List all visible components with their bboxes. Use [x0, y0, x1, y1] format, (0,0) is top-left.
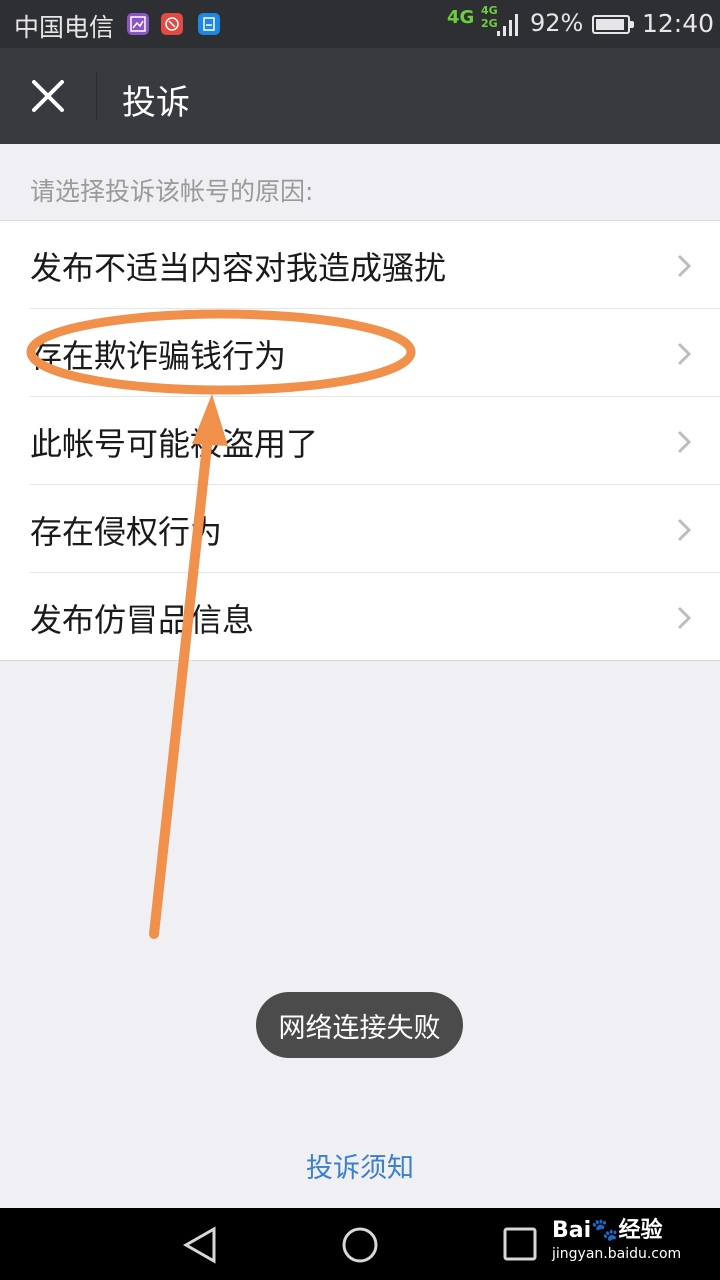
battery-percent: 92% [530, 9, 584, 37]
chevron-right-icon [677, 430, 692, 454]
reason-label: 存在欺诈骗钱行为 [30, 337, 287, 375]
reason-item-harassment[interactable]: 发布不适当内容对我造成骚扰 [0, 221, 720, 308]
storage-app-icon [198, 13, 220, 35]
gallery-app-icon [127, 13, 149, 35]
reason-label: 此帐号可能被盗用了 [30, 425, 319, 463]
complaint-notice-link[interactable]: 投诉须知 [0, 1146, 720, 1185]
chevron-right-icon [677, 518, 692, 542]
reason-label: 存在侵权行为 [30, 513, 223, 551]
reason-prompt: 请选择投诉该帐号的原因: [30, 177, 314, 206]
recent-apps-icon[interactable] [502, 1226, 538, 1262]
signal-strength-icon [497, 14, 518, 36]
back-icon[interactable] [182, 1226, 218, 1264]
reason-item-infringement[interactable]: 存在侵权行为 [0, 484, 720, 572]
battery-icon [592, 15, 634, 34]
page-title: 投诉 [122, 83, 190, 123]
reason-item-stolen-account[interactable]: 此帐号可能被盗用了 [0, 396, 720, 484]
status-bar: 中国电信 4G 4G 2G 92% 12:40 [0, 0, 720, 48]
title-divider [96, 72, 97, 120]
battery-tip [630, 21, 634, 28]
close-button[interactable] [28, 76, 68, 116]
watermark-logo: Bai🐾经验 [552, 1218, 663, 1243]
toast-message: 网络连接失败 [256, 992, 463, 1058]
reason-label: 发布不适当内容对我造成骚扰 [30, 249, 447, 287]
reason-list: 发布不适当内容对我造成骚扰 存在欺诈骗钱行为 此帐号可能被盗用了 存在侵权行为 … [0, 220, 720, 661]
network-type: 4G [447, 7, 475, 28]
chevron-right-icon [677, 254, 692, 278]
reason-item-counterfeit[interactable]: 发布仿冒品信息 [0, 572, 720, 660]
network-secondary: 4G 2G [481, 4, 498, 30]
clock: 12:40 [642, 9, 715, 38]
watermark-url: jingyan.baidu.com [552, 1246, 682, 1262]
title-bar: 投诉 [0, 48, 720, 144]
carrier-name: 中国电信 [14, 13, 115, 42]
chevron-right-icon [677, 606, 692, 630]
home-icon[interactable] [340, 1226, 380, 1266]
battery-fill [596, 19, 624, 30]
reason-label: 发布仿冒品信息 [30, 601, 255, 639]
reason-item-fraud[interactable]: 存在欺诈骗钱行为 [0, 308, 720, 396]
close-icon [32, 80, 64, 112]
chevron-right-icon [677, 342, 692, 366]
tool-app-icon [161, 13, 183, 35]
